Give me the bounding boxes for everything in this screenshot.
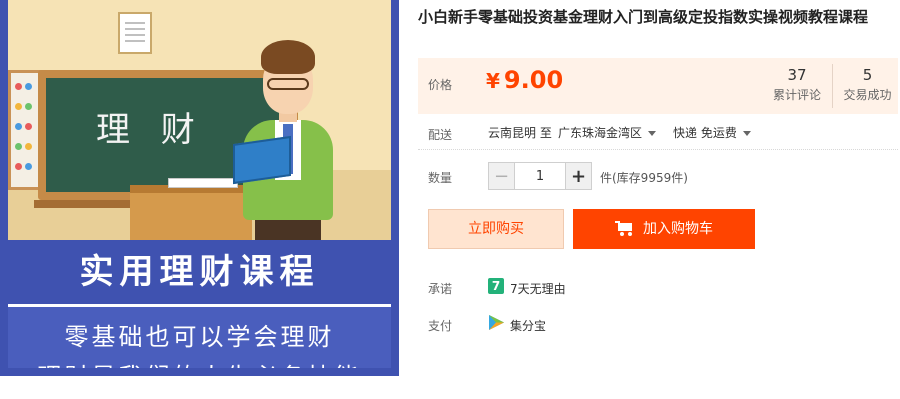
ship-from: 云南昆明 至: [488, 126, 552, 140]
product-title: 小白新手零基础投资基金理财入门到高级定投指数实操视频教程课程: [418, 8, 869, 26]
chevron-down-icon: [648, 131, 657, 136]
sales-label: 交易成功: [843, 88, 892, 102]
promise-row: 承诺 7 7天无理由: [418, 277, 898, 299]
reviews-count: 37: [787, 66, 807, 84]
quantity-row: 数量 − + 件(库存9959件): [418, 160, 898, 192]
payment-label: 支付: [428, 319, 453, 333]
ship-to-text: 广东珠海金湾区: [558, 126, 643, 140]
decrease-button[interactable]: −: [489, 163, 515, 189]
quantity-label: 数量: [428, 171, 453, 185]
reviews-label: 累计评论: [772, 88, 821, 102]
product-image: 理 财 实用理财课程 零基础也可以学会理财 理财是我们的人生必备技能: [0, 0, 399, 376]
sales-count: 5: [862, 66, 873, 84]
payment-text: 集分宝: [510, 319, 547, 333]
quantity-stepper: − +: [488, 162, 592, 190]
express-select[interactable]: 快递 免运费: [673, 124, 751, 141]
add-to-cart-button[interactable]: 加入购物车: [573, 209, 755, 249]
promise-label: 承诺: [428, 282, 453, 296]
shipping-label: 配送: [428, 128, 453, 142]
seven-day-return-icon: 7: [488, 278, 504, 294]
price-label: 价格: [428, 78, 453, 92]
buy-now-button[interactable]: 立即购买: [428, 209, 564, 249]
promise-text[interactable]: 7天无理由: [510, 280, 566, 297]
shipping-row: 配送 云南昆明 至 广东珠海金湾区 快递 免运费: [418, 118, 898, 150]
price-panel: 价格 ¥9.00 37 累计评论 5 交易成功: [418, 58, 898, 114]
sales-stat: 5 交易成功: [832, 64, 900, 108]
cart-icon: [615, 221, 633, 236]
add-to-cart-label: 加入购物车: [643, 221, 713, 237]
ship-to-select[interactable]: 广东珠海金湾区: [558, 124, 657, 141]
stock-info: 件(库存9959件): [600, 171, 688, 185]
price-value: ¥9.00: [486, 66, 563, 94]
price-amount: 9.00: [503, 66, 564, 94]
chevron-down-icon: [742, 131, 751, 136]
currency-symbol: ¥: [486, 69, 500, 93]
jifenbao-icon: [489, 315, 504, 330]
reviews-stat[interactable]: 37 累计评论: [762, 64, 832, 104]
quantity-input[interactable]: [515, 163, 565, 189]
express-text: 快递 免运费: [673, 126, 737, 140]
payment-row: 支付 集分宝: [418, 314, 898, 336]
increase-button[interactable]: +: [565, 163, 591, 189]
